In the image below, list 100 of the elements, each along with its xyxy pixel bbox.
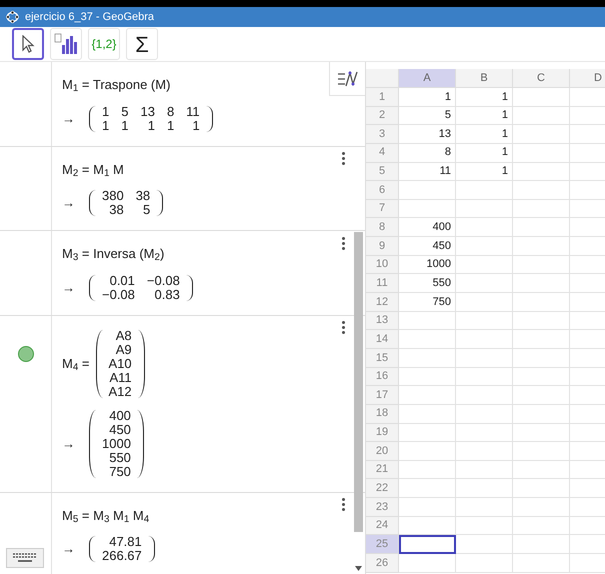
- row-header[interactable]: 26: [366, 554, 399, 573]
- table-cell[interactable]: [513, 218, 570, 238]
- table-cell[interactable]: [456, 330, 513, 349]
- row-header[interactable]: 25: [366, 535, 399, 554]
- table-cell[interactable]: [399, 460, 456, 480]
- table-cell[interactable]: [456, 368, 513, 386]
- table-cell[interactable]: [399, 442, 456, 461]
- row-header[interactable]: 11: [366, 274, 399, 294]
- table-cell[interactable]: [399, 200, 456, 218]
- scroll-down-icon[interactable]: [355, 566, 362, 571]
- table-cell[interactable]: [513, 368, 570, 386]
- row-header[interactable]: 15: [366, 348, 399, 368]
- table-cell[interactable]: [456, 256, 513, 274]
- table-cell[interactable]: [513, 460, 570, 480]
- table-cell[interactable]: [513, 200, 570, 218]
- table-cell[interactable]: 1: [456, 162, 513, 182]
- table-cell[interactable]: [513, 162, 570, 182]
- table-cell[interactable]: [513, 293, 570, 312]
- row-header[interactable]: 3: [366, 125, 399, 144]
- row-header[interactable]: 18: [366, 404, 399, 424]
- table-cell[interactable]: [399, 424, 456, 442]
- row-header[interactable]: 24: [366, 516, 399, 536]
- table-cell[interactable]: [513, 237, 570, 256]
- table-cell[interactable]: [513, 442, 570, 461]
- table-cell[interactable]: [399, 330, 456, 349]
- table-cell[interactable]: [399, 535, 456, 554]
- table-cell[interactable]: [456, 424, 513, 442]
- table-cell[interactable]: [399, 386, 456, 405]
- table-cell[interactable]: 1000: [399, 256, 456, 274]
- row-header[interactable]: 13: [366, 312, 399, 330]
- table-cell[interactable]: [456, 386, 513, 405]
- table-cell[interactable]: 11: [399, 162, 456, 182]
- table-cell[interactable]: [456, 479, 513, 498]
- table-cell[interactable]: [399, 404, 456, 424]
- table-cell[interactable]: [456, 181, 513, 200]
- table-cell[interactable]: 550: [399, 274, 456, 294]
- table-cell[interactable]: [513, 125, 570, 144]
- toolbar-button[interactable]: [12, 28, 44, 60]
- row-header[interactable]: 14: [366, 330, 399, 349]
- row-header[interactable]: 21: [366, 460, 399, 480]
- row-header[interactable]: 22: [366, 479, 399, 498]
- row-header[interactable]: 2: [366, 106, 399, 126]
- table-cell[interactable]: [513, 404, 570, 424]
- keyboard-button[interactable]: [6, 548, 44, 568]
- row-header[interactable]: 1: [366, 88, 399, 107]
- table-cell[interactable]: [456, 442, 513, 461]
- row-header[interactable]: 7: [366, 200, 399, 218]
- table-cell[interactable]: [513, 88, 570, 107]
- table-cell[interactable]: [513, 330, 570, 349]
- table-cell[interactable]: [513, 256, 570, 274]
- table-cell[interactable]: [456, 274, 513, 294]
- table-cell[interactable]: [399, 181, 456, 200]
- table-cell[interactable]: [399, 312, 456, 330]
- table-cell[interactable]: 8: [399, 144, 456, 163]
- table-cell[interactable]: [513, 106, 570, 126]
- table-cell[interactable]: [513, 479, 570, 498]
- table-cell[interactable]: 1: [456, 88, 513, 107]
- table-cell[interactable]: [513, 554, 570, 573]
- table-cell[interactable]: [513, 498, 570, 517]
- table-cell[interactable]: [513, 181, 570, 200]
- row-header[interactable]: 10: [366, 256, 399, 274]
- table-cell[interactable]: 1: [456, 125, 513, 144]
- table-cell[interactable]: [456, 237, 513, 256]
- table-cell[interactable]: [456, 535, 513, 554]
- table-cell[interactable]: 750: [399, 293, 456, 312]
- table-cell[interactable]: 1: [456, 144, 513, 163]
- scrollbar-thumb[interactable]: [354, 232, 363, 532]
- table-cell[interactable]: 450: [399, 237, 456, 256]
- table-cell[interactable]: [399, 479, 456, 498]
- visibility-toggle[interactable]: [18, 346, 34, 362]
- table-cell[interactable]: [513, 535, 570, 554]
- toolbar-button[interactable]: {1,2}: [88, 28, 120, 60]
- style-bar-toggle[interactable]: [329, 62, 365, 96]
- table-cell[interactable]: [456, 404, 513, 424]
- table-cell[interactable]: [513, 424, 570, 442]
- table-cell[interactable]: [456, 460, 513, 480]
- row-header[interactable]: 17: [366, 386, 399, 405]
- table-cell[interactable]: [456, 498, 513, 517]
- table-cell[interactable]: 400: [399, 218, 456, 238]
- row-header[interactable]: 23: [366, 498, 399, 517]
- row-header[interactable]: 6: [366, 181, 399, 200]
- row-header[interactable]: 19: [366, 424, 399, 442]
- table-cell[interactable]: [456, 554, 513, 573]
- column-header[interactable]: A: [399, 69, 456, 88]
- column-header[interactable]: C: [513, 69, 570, 88]
- table-cell[interactable]: [513, 386, 570, 405]
- table-cell[interactable]: [399, 368, 456, 386]
- column-header[interactable]: D: [570, 69, 605, 88]
- table-cell[interactable]: 5: [399, 106, 456, 126]
- column-header[interactable]: B: [456, 69, 513, 88]
- row-header[interactable]: 4: [366, 144, 399, 163]
- table-cell[interactable]: [399, 554, 456, 573]
- row-header[interactable]: 8: [366, 218, 399, 238]
- row-header[interactable]: 20: [366, 442, 399, 461]
- table-cell[interactable]: [399, 516, 456, 536]
- table-cell[interactable]: 13: [399, 125, 456, 144]
- table-cell[interactable]: 1: [399, 88, 456, 107]
- row-header[interactable]: 9: [366, 237, 399, 256]
- table-cell[interactable]: [456, 200, 513, 218]
- table-cell[interactable]: [456, 312, 513, 330]
